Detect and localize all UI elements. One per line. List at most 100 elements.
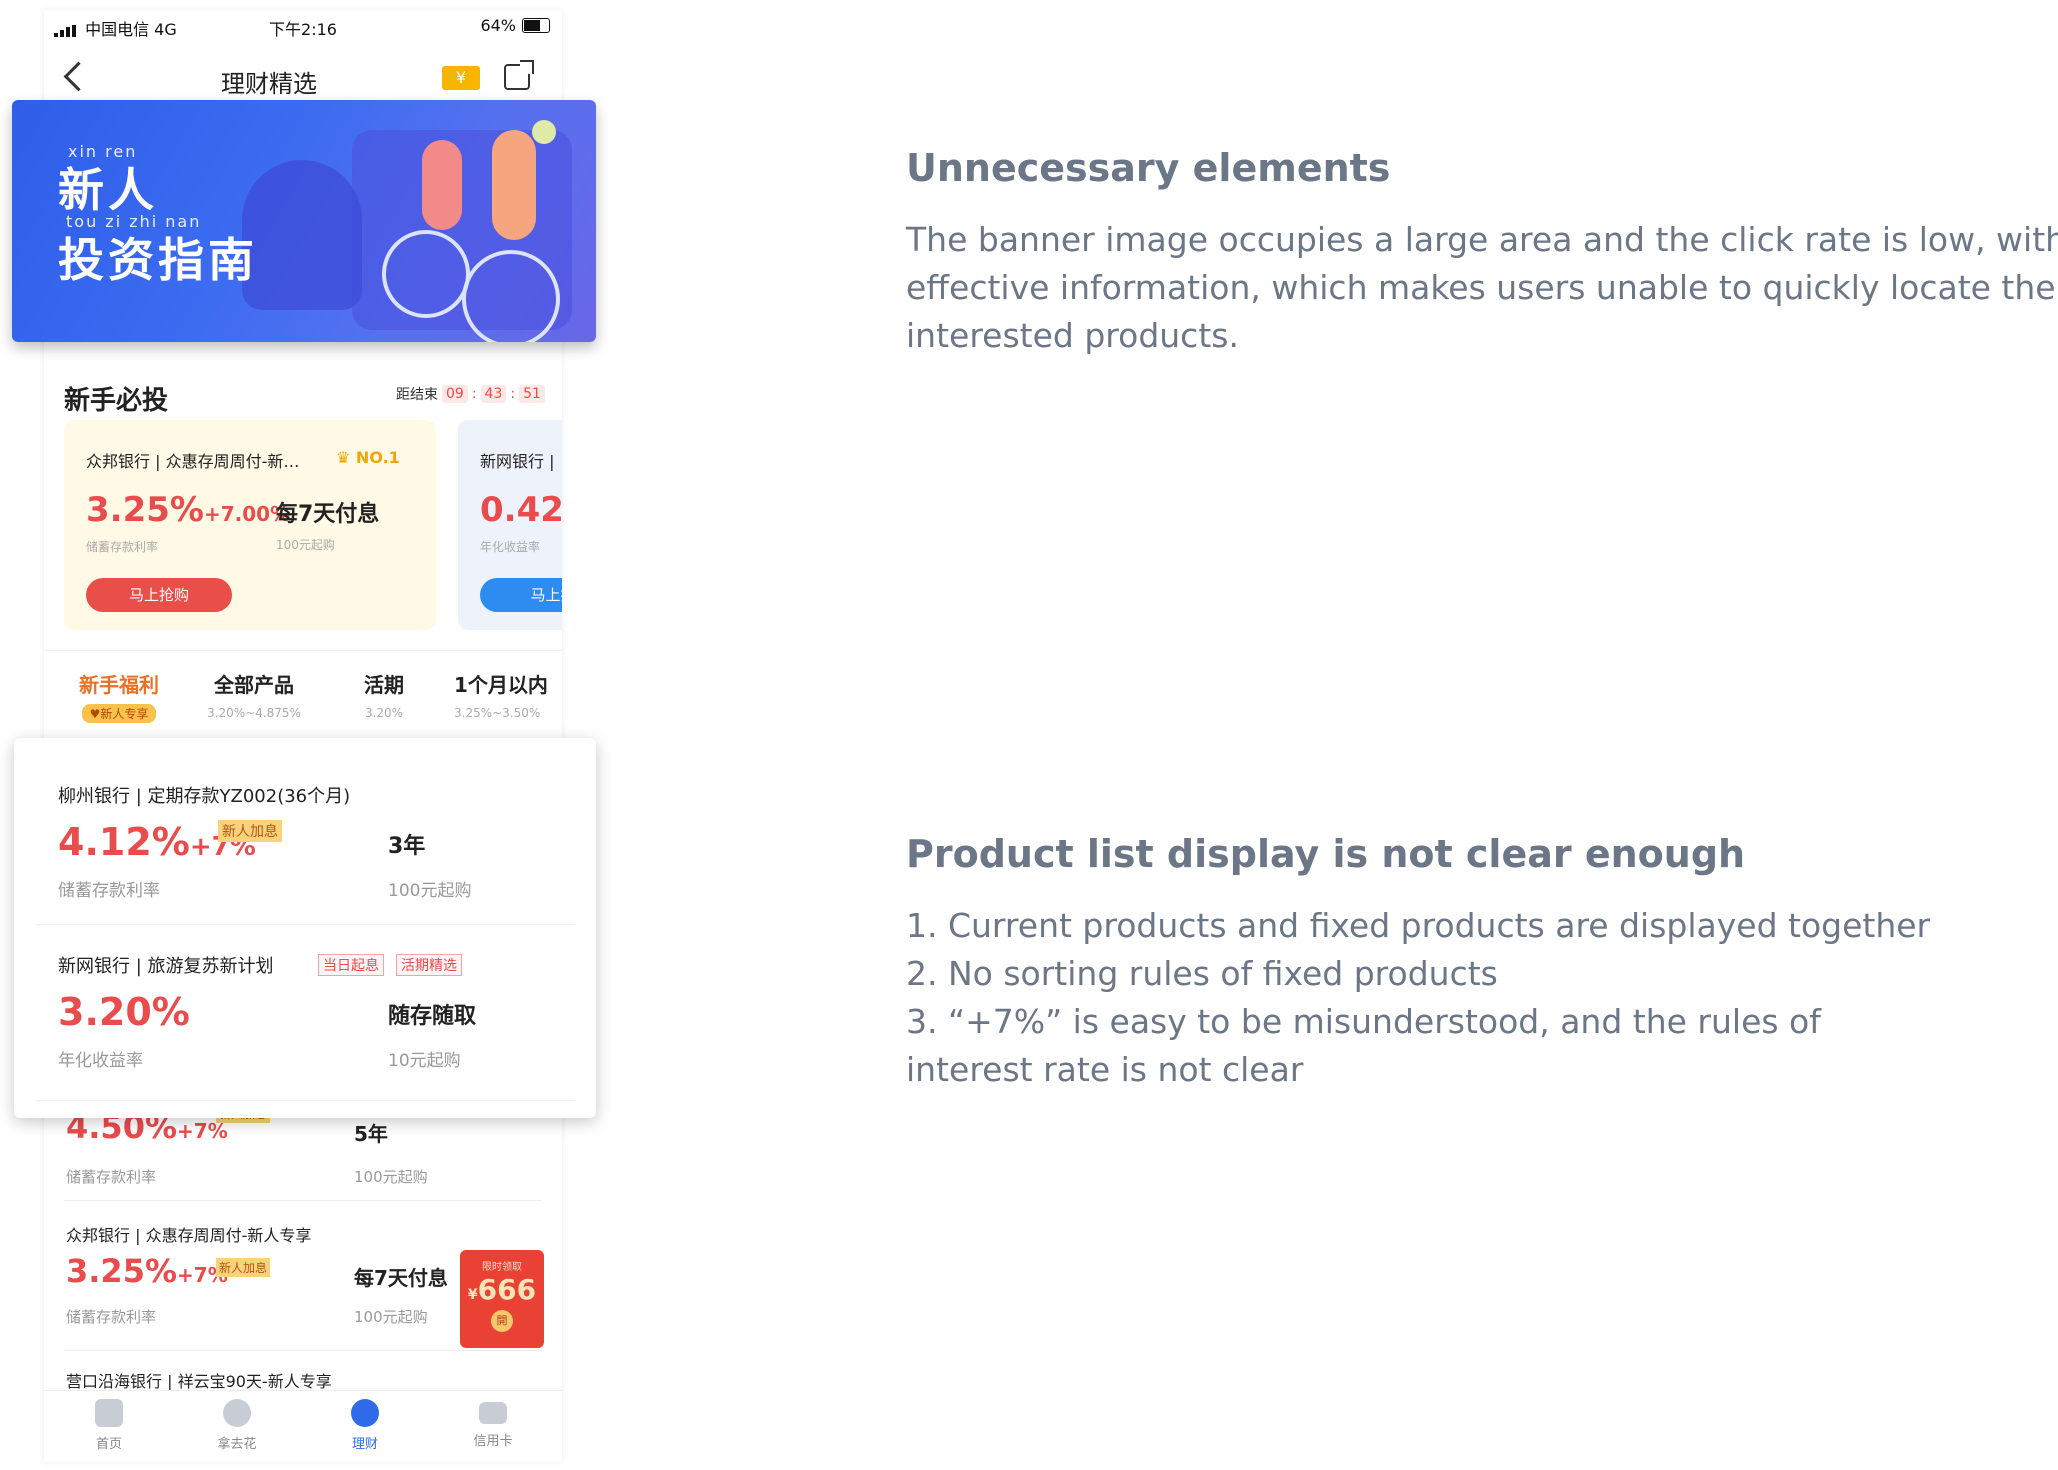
spinner-icon: [223, 1399, 251, 1427]
product-name: 营口沿海银行 | 祥云宝90天-新人专享: [66, 1372, 332, 1391]
annotation-heading: Product list display is not clear enough: [906, 832, 1746, 876]
tab-credit-card[interactable]: 信用卡: [453, 1399, 533, 1449]
tab-badge: 新人专享: [100, 707, 149, 721]
min-buy: 10元起购: [388, 1051, 461, 1071]
min-buy: 100元起购: [276, 538, 335, 552]
product-name: 柳州银行 | 定期存款YZ002(36个月): [58, 786, 351, 807]
tab-label: 信用卡: [473, 1434, 513, 1449]
annotation-line: effective information, which makes users…: [906, 268, 2058, 307]
tab-rate-range: 3.20%: [364, 706, 404, 720]
rate-label: 储蓄存款利率: [66, 1308, 157, 1326]
tab-label: 首页: [95, 1437, 122, 1452]
share-icon[interactable]: [504, 60, 534, 90]
section-title: 新手必投: [64, 386, 169, 416]
product-name: 新网银行 |: [480, 452, 555, 471]
tab-home[interactable]: 首页: [69, 1399, 149, 1452]
rate-value: 3.20%: [58, 990, 190, 1034]
rider-figure: [422, 140, 462, 230]
bicycle-wheel: [462, 250, 560, 342]
crown-icon: ♛: [336, 448, 351, 467]
rate-value: 4.12%: [58, 820, 190, 864]
open-button[interactable]: 開: [491, 1310, 513, 1332]
rank-badge: NO.1: [355, 448, 400, 467]
countdown-label: 距结束: [396, 387, 438, 403]
tab-newbie[interactable]: 新手福利 ♥新人专享: [64, 669, 174, 723]
home-icon: [95, 1399, 123, 1427]
term: 每7天付息: [276, 502, 380, 527]
divider: [36, 1100, 574, 1101]
annotation-heading: Unnecessary elements: [906, 146, 1391, 190]
tab-label: 拿去花: [217, 1437, 257, 1452]
featured-tag: 活期精选: [396, 954, 462, 976]
rate-value: 3.25%: [66, 1252, 178, 1290]
buy-now-button[interactable]: 马上抢购: [86, 578, 232, 612]
tab-within-1-month[interactable]: 1个月以内 3.25%~3.50%: [454, 669, 562, 720]
credit-card-icon: [479, 1402, 507, 1424]
banner[interactable]: xin ren 新人 tou zi zhi nan 投资指南: [12, 100, 596, 342]
min-buy: 100元起购: [388, 881, 472, 901]
min-buy: 100元起购: [354, 1308, 428, 1326]
buy-now-button[interactable]: 马上抢: [480, 578, 562, 612]
countdown-minutes: 43: [480, 385, 507, 403]
term: 5年: [354, 1122, 388, 1146]
red-packet-amount: 666: [477, 1273, 537, 1306]
rate-value: 3.25%: [86, 490, 204, 530]
annotation-line: The banner image occupies a large area a…: [906, 220, 2058, 259]
category-tabs: 新手福利 ♥新人专享 全部产品 3.20%~4.875% 活期 3.20% 1个…: [44, 650, 562, 743]
rate-value: 0.42%: [480, 490, 562, 530]
list-item[interactable]: 4.50%+7% 新人加息 储蓄存款利率 5年 100元起购: [64, 1104, 542, 1210]
product-name: 新网银行 | 旅游复苏新计划: [58, 956, 274, 977]
rate-label: 储蓄存款利率: [58, 881, 160, 901]
tab-label: 全部产品: [214, 673, 294, 697]
annotation-body: The banner image occupies a large area a…: [906, 216, 2058, 360]
tab-wealth[interactable]: 理财: [325, 1399, 405, 1452]
tab-label: 1个月以内: [454, 673, 548, 697]
rate-label: 储蓄存款利率: [86, 540, 159, 554]
tab-label: 新手福利: [79, 673, 159, 697]
list-item[interactable]: 柳州银行 | 定期存款YZ002(36个月) 4.12%+7% 新人加息 储蓄存…: [36, 766, 574, 916]
bottom-tab-bar: 首页 拿去花 理财 信用卡: [44, 1390, 562, 1462]
banner-title: 新人: [58, 163, 158, 217]
promo-card[interactable]: 新网银行 | 0.42% 年化收益率 马上抢: [458, 420, 562, 630]
coupon-icon[interactable]: ¥: [442, 66, 480, 90]
divider: [64, 1350, 542, 1351]
term: 每7天付息: [354, 1266, 448, 1290]
banner-title: 投资指南: [58, 233, 258, 287]
annotation-line: 3. “+7%” is easy to be misunderstood, an…: [906, 1002, 1821, 1041]
annotation-body: 1. Current products and fixed products a…: [906, 902, 2036, 1094]
status-bar: 中国电信 4G 下午2:16 64%: [44, 10, 562, 44]
tab-all-products[interactable]: 全部产品 3.20%~4.875%: [194, 669, 314, 720]
promo-card[interactable]: 众邦银行 | 众惠存周周付-新… ♛ NO.1 3.25%+7.00% 储蓄存款…: [64, 420, 436, 630]
battery-percent: 64%: [480, 16, 516, 35]
list-item[interactable]: 新网银行 | 旅游复苏新计划 当日起息 活期精选 3.20% 年化收益率 随存随…: [36, 938, 574, 1088]
rider-figure: [492, 130, 536, 240]
product-name: 众邦银行 | 众惠存周周付-新…: [86, 452, 300, 471]
rate-label: 储蓄存款利率: [66, 1168, 157, 1186]
tab-rate-range: 3.20%~4.875%: [207, 706, 301, 720]
countdown-hours: 09: [442, 385, 468, 403]
annotation-line: interested products.: [906, 316, 1239, 355]
currency-symbol: ¥: [467, 1287, 478, 1303]
annotation-line: 1. Current products and fixed products a…: [906, 906, 1931, 945]
bicycle-wheel: [382, 230, 470, 318]
red-packet[interactable]: 限时领取 ¥666 開: [460, 1250, 544, 1348]
bonus-tag: 新人加息: [216, 1258, 271, 1277]
tab-label: 理财: [351, 1437, 378, 1452]
tab-current[interactable]: 活期 3.20%: [349, 669, 419, 720]
term: 3年: [388, 834, 426, 859]
rate-label: 年化收益率: [58, 1051, 143, 1071]
rate-label: 年化收益率: [480, 540, 541, 554]
annotation-line: 2. No sorting rules of fixed products: [906, 954, 1498, 993]
product-list-highlight: 柳州银行 | 定期存款YZ002(36个月) 4.12%+7% 新人加息 储蓄存…: [14, 738, 596, 1118]
tab-label: 活期: [364, 673, 404, 697]
bonus-tag: 新人加息: [218, 820, 282, 842]
min-buy: 100元起购: [354, 1168, 428, 1186]
tab-nahuahua[interactable]: 拿去花: [197, 1399, 277, 1452]
piggy-bank-icon: [351, 1399, 379, 1427]
battery-icon: [522, 18, 550, 33]
value-date-tag: 当日起息: [318, 954, 384, 976]
tab-rate-range: 3.25%~3.50%: [454, 706, 541, 720]
countdown: 距结束 09: 43: 51: [396, 384, 545, 404]
divider: [64, 1200, 542, 1201]
red-packet-title: 限时领取: [482, 1262, 522, 1273]
